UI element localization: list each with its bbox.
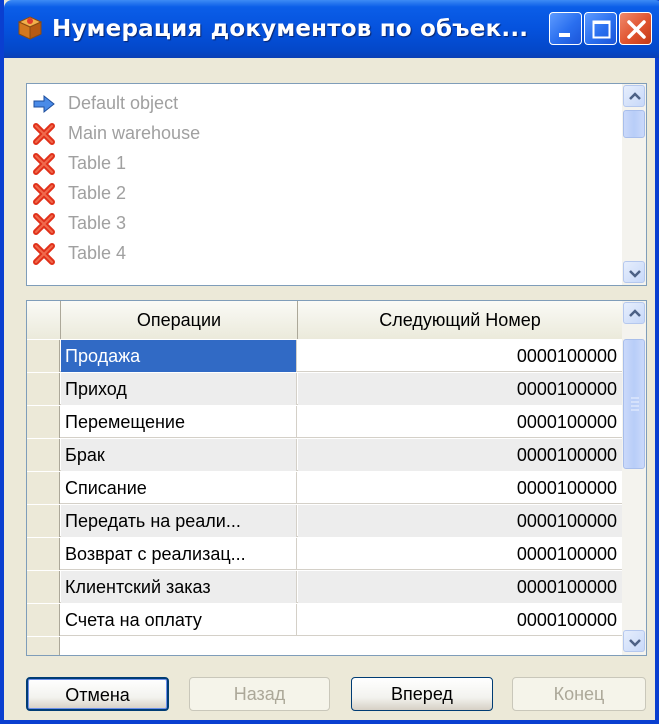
dialog-window: Нумерация документов по объек... Default… [0,0,659,724]
operation-cell[interactable]: Клиентский заказ [61,571,297,603]
operation-cell[interactable]: Брак [61,439,297,471]
list-item-label: Main warehouse [68,123,201,143]
next-number-cell[interactable]: 0000100000 [298,604,623,636]
scroll-down-button[interactable] [623,630,645,652]
operation-cell[interactable]: Продажа [61,340,297,372]
scroll-up-button[interactable] [623,85,645,107]
chevron-up-icon [629,92,641,100]
scroll-thumb[interactable] [623,110,645,138]
operations-grid[interactable]: Операции Следующий Номер Продажа 0000100… [26,300,647,656]
table-row[interactable]: Возврат с реализац... 0000100000 [27,538,623,570]
next-number-cell[interactable]: 0000100000 [298,340,623,372]
chevron-down-icon [629,270,641,278]
next-number-cell[interactable]: 0000100000 [298,439,623,471]
row-indicator-header [27,301,61,339]
box-icon [17,16,43,40]
list-item-label: Table 3 [68,213,127,233]
list-item-label: Table 1 [68,153,127,173]
column-header-next-number[interactable]: Следующий Номер [298,301,623,339]
operation-cell[interactable]: Передать на реали... [61,505,297,537]
red-x-icon [33,183,55,205]
object-list-scrollbar[interactable] [622,84,646,285]
chevron-down-icon [629,639,641,647]
list-item-label: Table 4 [68,243,127,263]
table-row[interactable]: Брак 0000100000 [27,439,623,471]
red-x-icon [33,153,55,175]
list-item[interactable]: Table 3 [33,208,613,238]
row-indicator[interactable] [27,439,60,471]
row-indicator[interactable] [27,604,60,636]
table-row[interactable]: Передать на реали... 0000100000 [27,505,623,537]
column-header-operations[interactable]: Операции [61,301,298,339]
row-indicator[interactable] [27,406,60,438]
maximize-icon [592,20,611,39]
scroll-thumb[interactable] [623,339,645,469]
red-x-icon [33,123,55,145]
row-indicator[interactable] [27,373,60,405]
row-indicator[interactable] [27,637,60,655]
chevron-up-icon [629,309,641,317]
finish-button[interactable]: Конец [512,677,646,711]
next-number-cell[interactable]: 0000100000 [298,373,623,405]
row-indicator[interactable] [27,472,60,504]
minimize-icon [559,33,570,37]
list-item[interactable]: Table 1 [33,148,613,178]
arrow-right-icon [33,94,55,114]
red-x-icon [33,243,55,265]
next-number-cell[interactable]: 0000100000 [298,406,623,438]
table-row[interactable]: Перемещение 0000100000 [27,406,623,438]
next-number-cell[interactable]: 0000100000 [298,571,623,603]
list-item[interactable]: Default object [33,88,613,118]
red-x-icon [33,213,55,235]
minimize-button[interactable] [549,12,582,45]
list-item[interactable]: Main warehouse [33,118,613,148]
cancel-button[interactable]: Отмена [26,677,169,711]
grip-icon [631,397,639,411]
row-indicator[interactable] [27,505,60,537]
title-bar[interactable]: Нумерация документов по объек... [4,0,659,58]
list-item[interactable]: Table 2 [33,178,613,208]
operation-cell[interactable]: Возврат с реализац... [61,538,297,570]
object-list[interactable]: Default object Main warehouse Table 1 Ta… [26,83,647,286]
next-button[interactable]: Вперед [351,677,493,711]
operation-cell[interactable]: Счета на оплату [61,604,297,636]
operation-cell[interactable]: Списание [61,472,297,504]
operation-cell[interactable]: Приход [61,373,297,405]
table-row[interactable]: Продажа 0000100000 [27,340,623,372]
table-row[interactable] [27,637,623,655]
table-row[interactable]: Счета на оплату 0000100000 [27,604,623,636]
grid-scrollbar[interactable] [622,301,646,655]
scroll-down-button[interactable] [623,261,645,283]
operation-cell[interactable]: Перемещение [61,406,297,438]
table-row[interactable]: Приход 0000100000 [27,373,623,405]
list-item-label: Default object [68,93,179,113]
close-button[interactable] [619,12,652,45]
next-number-cell[interactable]: 0000100000 [298,538,623,570]
maximize-button[interactable] [584,12,617,45]
next-number-cell[interactable]: 0000100000 [298,472,623,504]
row-indicator[interactable] [27,340,60,372]
table-row[interactable]: Списание 0000100000 [27,472,623,504]
back-button[interactable]: Назад [189,677,330,711]
row-indicator[interactable] [27,538,60,570]
window-title: Нумерация документов по объек... [52,16,529,42]
next-number-cell[interactable]: 0000100000 [298,505,623,537]
grid-header: Операции Следующий Номер [27,301,623,339]
close-icon [627,20,646,39]
list-item-label: Table 2 [68,183,127,203]
scroll-up-button[interactable] [623,302,645,324]
table-row[interactable]: Клиентский заказ 0000100000 [27,571,623,603]
row-indicator[interactable] [27,571,60,603]
list-item[interactable]: Table 4 [33,238,613,268]
